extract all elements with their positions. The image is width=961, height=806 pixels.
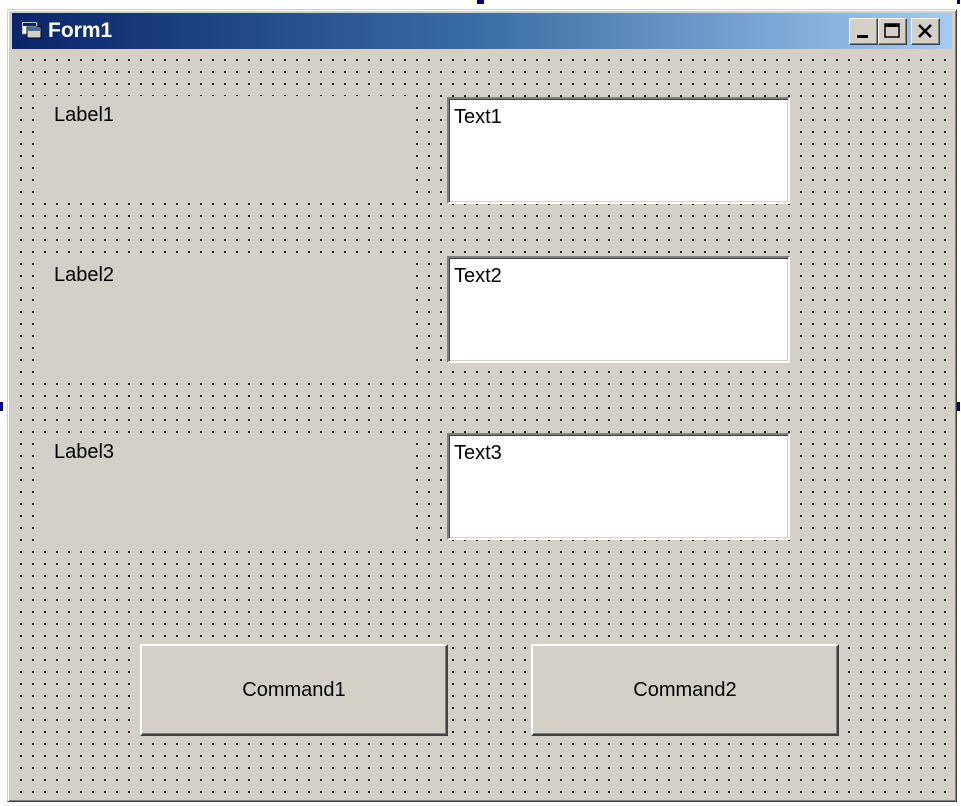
title-bar[interactable]: Form1	[12, 13, 952, 49]
maximize-icon	[884, 23, 900, 38]
command-2-button[interactable]: Command2	[531, 644, 839, 736]
form-icon[interactable]	[21, 21, 42, 39]
text-box-2[interactable]: Text2	[447, 256, 790, 363]
text-box-3[interactable]: Text3	[447, 433, 790, 540]
minimize-icon	[857, 35, 868, 38]
resize-handle-right[interactable]	[957, 402, 960, 411]
form-window: Form1 Label1 Label2 Label3 Text1 Text2 T…	[7, 9, 957, 802]
label-3: Label3	[44, 433, 412, 548]
form-client-area: Label1 Label2 Label3 Text1 Text2 Text3 C…	[12, 51, 952, 798]
resize-handle-top[interactable]	[477, 0, 484, 4]
close-button[interactable]	[911, 18, 940, 45]
text-box-1[interactable]: Text1	[447, 97, 790, 204]
command-1-button[interactable]: Command1	[140, 644, 448, 736]
label-1: Label1	[44, 96, 412, 196]
resize-handle-left[interactable]	[0, 402, 3, 411]
close-icon	[918, 24, 932, 38]
resize-handle-top-right[interactable]	[957, 0, 960, 4]
maximize-button[interactable]	[878, 18, 907, 45]
label-2: Label2	[44, 256, 412, 374]
window-title: Form1	[48, 19, 113, 42]
minimize-button[interactable]	[849, 18, 878, 45]
